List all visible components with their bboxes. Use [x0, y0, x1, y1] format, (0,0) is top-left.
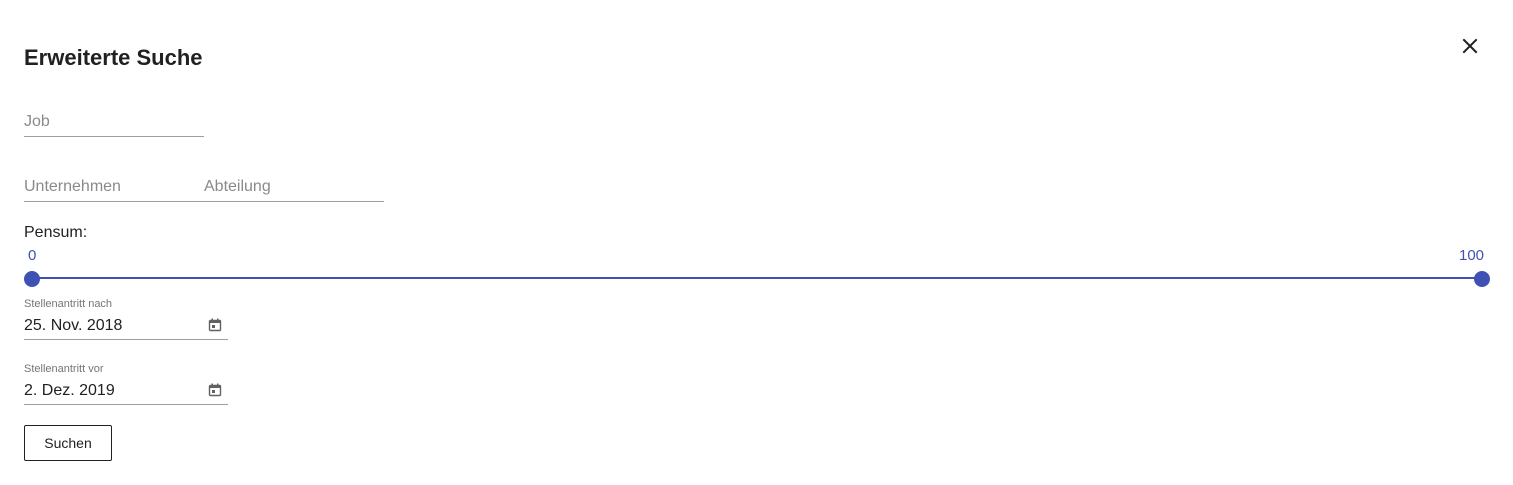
close-icon	[1462, 38, 1478, 54]
company-field	[24, 175, 204, 202]
advanced-search-dialog: Erweiterte Suche Pensum: 0 100 Stellenan…	[0, 0, 1513, 485]
calendar-icon	[208, 318, 222, 332]
start-after-label: Stellenantritt nach	[24, 298, 113, 310]
start-after-value[interactable]: 25. Nov. 2018	[24, 316, 122, 336]
pensum-max-value: 100	[1459, 247, 1485, 264]
department-field	[204, 175, 384, 202]
job-field	[24, 110, 204, 137]
job-input[interactable]	[24, 110, 204, 134]
calendar-icon	[208, 383, 222, 397]
start-before-label: Stellenantritt vor	[24, 363, 104, 375]
company-input[interactable]	[24, 175, 204, 199]
pensum-slider-min-thumb[interactable]	[24, 271, 40, 287]
department-input[interactable]	[204, 175, 384, 199]
pensum-label: Pensum:	[24, 224, 88, 241]
pensum-min-value: 0	[28, 247, 37, 264]
search-button[interactable]: Suchen	[24, 425, 112, 461]
start-after-date-field[interactable]: Stellenantritt nach 25. Nov. 2018	[24, 298, 228, 340]
start-before-value[interactable]: 2. Dez. 2019	[24, 381, 115, 401]
start-before-calendar-button[interactable]	[208, 383, 224, 399]
close-button[interactable]	[1456, 32, 1484, 60]
pensum-slider-max-thumb[interactable]	[1474, 271, 1490, 287]
start-after-calendar-button[interactable]	[208, 318, 224, 334]
start-before-date-field[interactable]: Stellenantritt vor 2. Dez. 2019	[24, 363, 228, 405]
dialog-title: Erweiterte Suche	[24, 45, 203, 70]
pensum-slider-track[interactable]	[32, 277, 1482, 279]
